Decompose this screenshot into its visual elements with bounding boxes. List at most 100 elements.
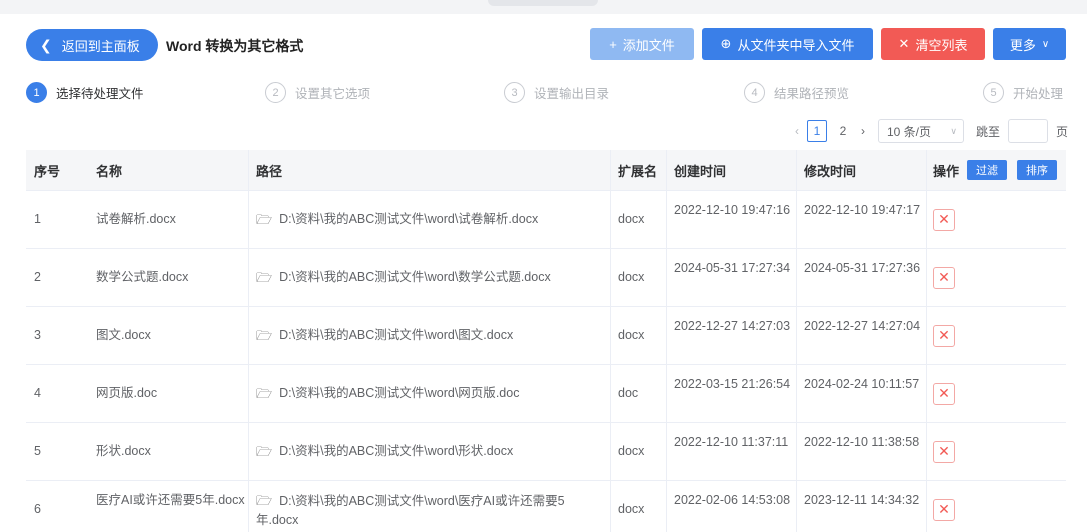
- header-ext: 扩展名: [618, 163, 658, 179]
- chevron-right-icon[interactable]: ›: [856, 124, 870, 138]
- folder-icon[interactable]: 🗁: [256, 268, 272, 287]
- row-path: D:\资料\我的ABC测试文件\word\形状.docx: [279, 444, 514, 458]
- delete-row-button[interactable]: ✕: [933, 498, 955, 521]
- top-strip: [0, 0, 1087, 14]
- table-row: 5 形状.docx 🗁 D:\资料\我的ABC测试文件\word\形状.docx …: [26, 423, 1066, 481]
- page-1[interactable]: 1: [807, 120, 827, 142]
- step-label: 设置其它选项: [295, 87, 371, 101]
- header-modified: 修改时间: [804, 163, 857, 179]
- row-name: 数学公式题.docx: [96, 270, 189, 284]
- add-file-button[interactable]: + 添加文件: [590, 28, 694, 60]
- delete-row-button[interactable]: ✕: [933, 324, 955, 347]
- row-path-cell: 🗁 D:\资料\我的ABC测试文件\word\图文.docx: [256, 307, 606, 364]
- column-divider: [610, 365, 611, 422]
- goto-page-input[interactable]: [1008, 119, 1049, 143]
- chevron-left-icon[interactable]: ‹: [790, 124, 804, 138]
- more-label: 更多: [1009, 37, 1036, 53]
- row-path: D:\资料\我的ABC测试文件\word\网页版.doc: [279, 386, 520, 400]
- folder-icon[interactable]: 🗁: [256, 442, 272, 461]
- page-unit-label: 页: [1056, 124, 1069, 139]
- table-header: 序号 名称 路径 扩展名 创建时间 修改时间 操作 过滤 排序: [26, 150, 1066, 191]
- header-name: 名称: [96, 163, 123, 179]
- more-button[interactable]: 更多 ∨: [993, 28, 1066, 60]
- chevron-down-icon: ∨: [950, 125, 957, 136]
- step-number: 1: [26, 82, 47, 103]
- column-divider: [926, 365, 927, 422]
- row-ext: docx: [618, 270, 645, 284]
- row-action-cell: ✕: [933, 307, 1066, 364]
- folder-icon[interactable]: 🗁: [256, 493, 272, 508]
- row-ext: docx: [618, 502, 645, 516]
- row-index: 3: [34, 328, 41, 342]
- close-icon: ✕: [898, 36, 910, 51]
- column-divider: [666, 423, 667, 480]
- column-divider: [926, 249, 927, 306]
- plus-icon: +: [609, 36, 617, 52]
- column-divider: [666, 307, 667, 364]
- column-divider: [248, 423, 249, 480]
- step-4[interactable]: 4 结果路径预览: [744, 82, 849, 103]
- folder-icon[interactable]: 🗁: [256, 326, 272, 345]
- column-divider: [666, 150, 667, 190]
- chevron-down-icon: ∨: [1041, 38, 1050, 50]
- table-row: 3 图文.docx 🗁 D:\资料\我的ABC测试文件\word\图文.docx …: [26, 307, 1066, 365]
- step-3[interactable]: 3 设置输出目录: [504, 82, 609, 103]
- column-divider: [796, 191, 797, 248]
- column-divider: [248, 191, 249, 248]
- step-label: 设置输出目录: [534, 87, 610, 101]
- folder-icon[interactable]: 🗁: [256, 210, 272, 229]
- row-name: 形状.docx: [96, 444, 151, 458]
- row-action-cell: ✕: [933, 423, 1066, 480]
- header-action: 操作: [933, 163, 960, 179]
- sort-button[interactable]: 排序: [1017, 160, 1058, 180]
- pagination: ‹ 1 2 › 10 条/页 ∨ 跳至 页: [790, 119, 1069, 143]
- row-ext: docx: [618, 444, 645, 458]
- import-folder-label: 从文件夹中导入文件: [737, 37, 855, 53]
- folder-icon[interactable]: 🗁: [256, 384, 272, 403]
- step-5[interactable]: 5 开始处理: [983, 82, 1063, 103]
- delete-row-button[interactable]: ✕: [933, 208, 955, 231]
- step-1[interactable]: 1 选择待处理文件: [26, 82, 144, 103]
- delete-row-button[interactable]: ✕: [933, 266, 955, 289]
- column-divider: [926, 481, 927, 532]
- step-2[interactable]: 2 设置其它选项: [265, 82, 370, 103]
- column-divider: [796, 307, 797, 364]
- row-path: D:\资料\我的ABC测试文件\word\试卷解析.docx: [279, 212, 539, 226]
- page-2[interactable]: 2: [833, 120, 853, 142]
- row-created: 2022-12-10 19:47:16: [674, 203, 791, 217]
- back-to-main-button[interactable]: ❮ 返回到主面板: [26, 29, 158, 61]
- row-created: 2024-05-31 17:27:34: [674, 261, 791, 275]
- column-divider: [666, 365, 667, 422]
- step-label: 结果路径预览: [774, 87, 850, 101]
- delete-row-button[interactable]: ✕: [933, 382, 955, 405]
- back-button-label: 返回到主面板: [61, 38, 140, 54]
- delete-row-button[interactable]: ✕: [933, 440, 955, 463]
- row-path: D:\资料\我的ABC测试文件\word\医疗AI或许还需要5年.docx: [256, 494, 565, 527]
- row-ext: doc: [618, 386, 639, 400]
- page-size-select[interactable]: 10 条/页 ∨: [878, 119, 964, 143]
- column-divider: [610, 191, 611, 248]
- row-action-cell: ✕: [933, 481, 1066, 532]
- clear-list-button[interactable]: ✕ 清空列表: [881, 28, 985, 60]
- table-row: 6 医疗AI或许还需要5年.docx 🗁 D:\资料\我的ABC测试文件\word…: [26, 481, 1066, 532]
- table-row: 1 试卷解析.docx 🗁 D:\资料\我的ABC测试文件\word\试卷解析.d…: [26, 191, 1066, 249]
- row-path: D:\资料\我的ABC测试文件\word\图文.docx: [279, 328, 514, 342]
- row-modified: 2022-12-10 11:38:58: [804, 435, 920, 449]
- goto-label: 跳至: [976, 124, 1001, 139]
- header-path: 路径: [256, 163, 283, 179]
- row-path-cell: 🗁 D:\资料\我的ABC测试文件\word\医疗AI或许还需要5年.docx: [256, 481, 606, 532]
- row-path-cell: 🗁 D:\资料\我的ABC测试文件\word\网页版.doc: [256, 365, 606, 422]
- step-number: 4: [744, 82, 765, 103]
- row-path: D:\资料\我的ABC测试文件\word\数学公式题.docx: [279, 270, 551, 284]
- header-index: 序号: [34, 163, 61, 179]
- row-name: 图文.docx: [96, 328, 151, 342]
- row-index: 4: [34, 386, 41, 400]
- column-divider: [666, 481, 667, 532]
- filter-button[interactable]: 过滤: [967, 160, 1008, 180]
- row-created: 2022-03-15 21:26:54: [674, 377, 791, 391]
- import-folder-button[interactable]: ⊕ 从文件夹中导入文件: [702, 28, 873, 60]
- column-divider: [610, 423, 611, 480]
- chevron-left-icon: ❮: [40, 36, 52, 53]
- column-divider: [610, 249, 611, 306]
- column-divider: [610, 307, 611, 364]
